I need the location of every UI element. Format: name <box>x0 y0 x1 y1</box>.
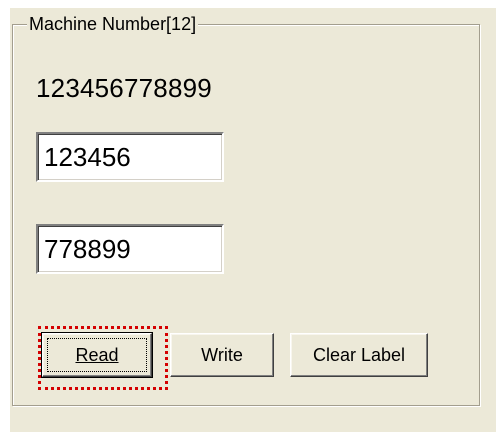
clear-label-button-label: Clear Label <box>312 344 406 365</box>
read-button[interactable]: Read <box>41 332 153 378</box>
read-button-label: Read <box>75 344 119 365</box>
machine-number-part2-field[interactable] <box>36 224 224 274</box>
write-button[interactable]: Write <box>170 333 274 377</box>
machine-number-display: 123456778899 <box>36 73 212 103</box>
write-button-label: Write <box>201 344 243 365</box>
machine-number-part1-field[interactable] <box>36 132 224 182</box>
clear-label-button[interactable]: Clear Label <box>290 333 428 377</box>
group-title: Machine Number[12] <box>27 12 199 36</box>
